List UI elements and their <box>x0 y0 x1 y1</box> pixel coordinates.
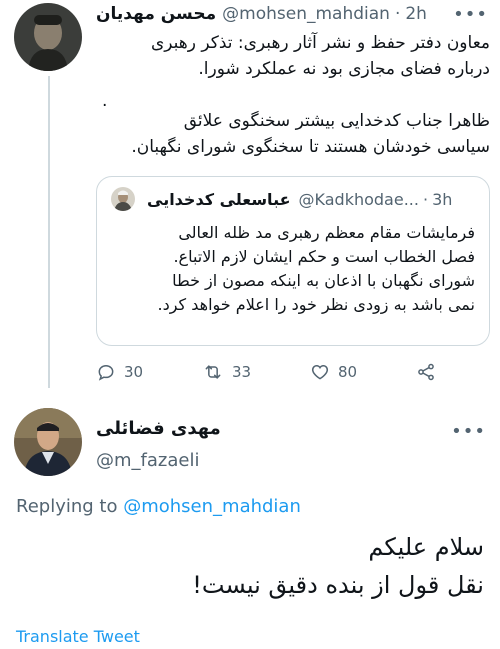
retweet-button[interactable]: 33 <box>202 362 251 382</box>
avatar-mahdi-fazaeli[interactable] <box>14 408 82 476</box>
tweet2-text: سلام علیکم نقل قول از بنده دقیق نیست! <box>14 528 484 604</box>
tweet2-text-line: نقل قول از بنده دقیق نیست! <box>192 571 484 599</box>
quote-text-line: فرمایشات مقام معظم رهبری مد ظله العالی <box>178 223 475 242</box>
quoted-tweet-card[interactable]: عباسعلی کدخدایی @Kadkhodae... · 3h فرمای… <box>96 176 490 346</box>
quote-text-line: شورای نگهبان با اذعان به اینکه مصون از خ… <box>172 271 475 290</box>
reply-count: 30 <box>124 363 144 381</box>
tweet1-text-line: ظاهرا جناب کدخدایی بیشتر سخنگوی علائق <box>183 111 490 131</box>
thread-connector-line <box>48 76 50 388</box>
quote-text-line: نمی باشد به زودی نظر خود را اعلام خواهد … <box>157 295 475 314</box>
quote-author-handle: @Kadkhodae... <box>298 189 419 209</box>
share-button[interactable] <box>416 362 436 382</box>
tweet1-dot: . <box>102 91 108 111</box>
tweet2-author-name[interactable]: مهدی فضائلی <box>96 418 221 439</box>
quote-header: عباسعلی کدخدایی @Kadkhodae... · 3h <box>111 187 475 211</box>
retweet-count: 33 <box>232 363 252 381</box>
heart-icon <box>311 364 329 380</box>
tweet1-header: محسن مهدیان @mohsen_mahdian · 2h <box>96 2 456 26</box>
quote-text: فرمایشات مقام معظم رهبری مد ظله العالی ف… <box>111 221 475 317</box>
tweet2-more-icon[interactable]: ••• <box>451 423 486 441</box>
tweet1-text-line: معاون دفتر حفظ و نشر آثار رهبری: تذکر ره… <box>150 33 490 53</box>
tweet1-author-handle[interactable]: @mohsen_mahdian <box>222 4 390 24</box>
like-count: 80 <box>338 363 358 381</box>
tweet1-action-bar: 30 33 80 <box>96 358 436 386</box>
quote-author-name: عباسعلی کدخدایی <box>147 189 291 209</box>
tweet2-text-line: سلام علیکم <box>368 533 484 561</box>
replying-to-line: Replying to @mohsen_mahdian <box>16 496 301 517</box>
tweet1-more-icon[interactable]: ••• <box>453 6 488 24</box>
reply-button[interactable]: 30 <box>96 362 143 382</box>
tweet1-separator: · <box>394 4 401 24</box>
quote-avatar <box>111 187 135 211</box>
reply-icon <box>98 364 114 381</box>
replying-to-prefix: Replying to <box>16 496 118 517</box>
tweet2-author-handle[interactable]: @m_fazaeli <box>96 450 199 471</box>
tweet1-text: معاون دفتر حفظ و نشر آثار رهبری: تذکر ره… <box>96 30 490 160</box>
quote-separator: · <box>422 189 429 209</box>
tweet1-author-name[interactable]: محسن مهدیان <box>96 4 216 24</box>
tweet1-text-line: سیاسی خودشان هستند تا سخنگوی شورای نگهبا… <box>131 137 490 157</box>
quote-timestamp: 3h <box>432 189 453 209</box>
tweet1-timestamp[interactable]: 2h <box>405 4 427 24</box>
like-button[interactable]: 80 <box>310 362 357 382</box>
translate-tweet-link[interactable]: Translate Tweet <box>16 627 140 646</box>
avatar-mohsen-mahdian[interactable] <box>14 3 82 71</box>
quote-text-line: فصل الخطاب است و حکم ایشان لازم الاتباع. <box>173 247 475 266</box>
retweet-icon <box>205 365 221 379</box>
share-icon <box>418 363 434 381</box>
replying-to-handle-link[interactable]: @mohsen_mahdian <box>123 496 301 517</box>
tweet1-text-line: درباره فضای مجازی بود نه عملکرد شورا. <box>198 59 490 79</box>
